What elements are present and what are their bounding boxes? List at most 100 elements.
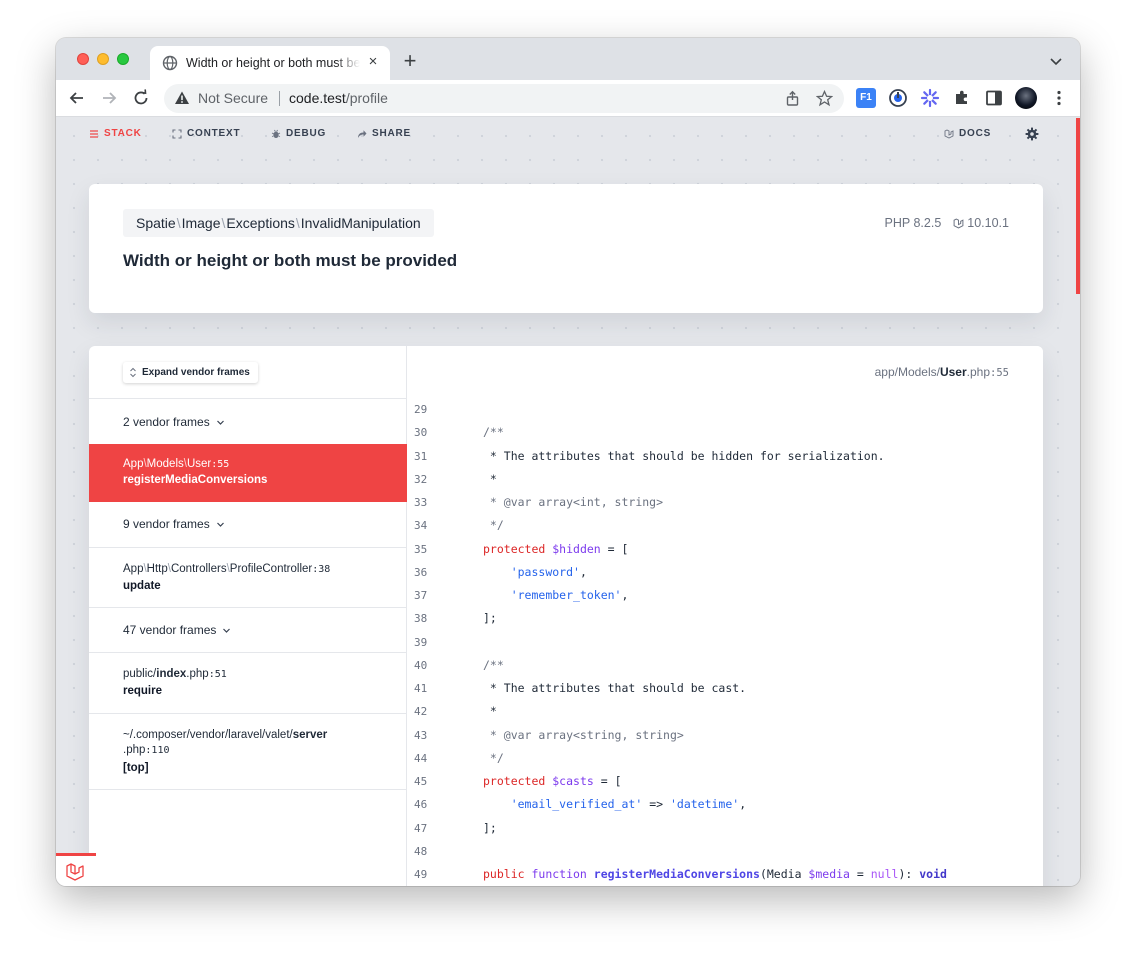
vendor-frames-group[interactable]: 9 vendor frames — [89, 502, 407, 548]
code-line-source: ]; — [483, 817, 497, 840]
nav-docs[interactable]: DOCS — [944, 127, 991, 141]
code-line-number: 33 — [414, 496, 428, 509]
reload-icon[interactable] — [131, 88, 151, 108]
minimize-window-button[interactable] — [97, 53, 109, 65]
exception-namespace-part: Spatie — [136, 215, 176, 231]
code-line-number: 38 — [414, 612, 428, 625]
nav-stack[interactable]: STACK — [89, 127, 142, 141]
side-panel-icon[interactable] — [984, 88, 1004, 108]
code-token: * — [483, 704, 497, 718]
vendor-frames-group[interactable]: 2 vendor frames — [89, 398, 407, 444]
laravel-corner-badge[interactable] — [56, 853, 96, 886]
code-token: ]; — [483, 611, 497, 625]
zoom-window-button[interactable] — [117, 53, 129, 65]
nav-context-label: CONTEXT — [187, 128, 241, 139]
profile-avatar[interactable] — [1015, 87, 1037, 109]
expand-vendor-frames-button[interactable]: Expand vendor frames — [123, 362, 258, 383]
settings-gear-icon[interactable] — [1025, 127, 1039, 141]
stack-frame[interactable]: ~/.composer/vendor/laravel/valet/server.… — [89, 713, 407, 790]
back-arrow-icon[interactable] — [67, 88, 87, 108]
exception-class[interactable]: Spatie\Image\Exceptions\InvalidManipulat… — [123, 209, 434, 237]
frame-path-prefix: public/ — [123, 668, 157, 680]
code-line-number: 29 — [414, 403, 428, 416]
exception-namespace-part: Exceptions — [226, 215, 295, 231]
code-token: * — [483, 472, 497, 486]
url-text[interactable]: code.test/profile — [289, 90, 388, 107]
close-window-button[interactable] — [77, 53, 89, 65]
tab-strip: Width or height or both must be provided… — [56, 38, 1080, 80]
code-line: 48 — [407, 840, 1043, 863]
address-bar[interactable]: Not Secure code.test/profile — [164, 84, 844, 113]
frame-class-part: Models — [146, 458, 184, 470]
code-line: 41 * The attributes that should be cast. — [407, 677, 1043, 700]
code-token: null — [870, 867, 899, 881]
stack-trace-card: Expand vendor frames 2 vendor frames App… — [89, 346, 1043, 886]
code-token: * @var — [483, 728, 539, 742]
bug-icon — [271, 129, 281, 138]
code-file-path[interactable]: app/Models/User.php:55 — [875, 365, 1009, 380]
frame-path-prefix: ~/.composer/vendor/laravel/valet/ — [123, 729, 293, 741]
new-tab-button[interactable]: + — [398, 49, 422, 73]
code-token: * The attributes that should be cast. — [483, 681, 747, 695]
browser-window: Width or height or both must be provided… — [56, 38, 1080, 886]
nav-share[interactable]: SHARE — [357, 127, 411, 141]
code-token: public — [483, 867, 532, 881]
vendor-frames-group[interactable]: 47 vendor frames — [89, 607, 407, 652]
code-token: /** — [483, 425, 504, 439]
nav-debug-label: DEBUG — [286, 128, 327, 139]
password-manager-icon[interactable] — [888, 88, 908, 108]
sparkle-extension-icon[interactable] — [920, 88, 940, 108]
namespace-separator: \ — [295, 215, 300, 231]
code-line-source: 'email_verified_at' => 'datetime', — [483, 793, 746, 816]
code-file-dir: app/Models/ — [874, 365, 940, 379]
browser-menu-icon[interactable] — [1049, 88, 1069, 108]
share-arrow-icon — [358, 130, 367, 138]
code-line-number: 34 — [414, 519, 428, 532]
code-line: 38]; — [407, 607, 1043, 630]
bookmark-star-icon[interactable] — [816, 90, 833, 107]
frame-file-ext: .php — [123, 744, 146, 756]
stack-frames-list: Expand vendor frames 2 vendor frames App… — [89, 346, 407, 886]
tab-search-chevron-icon[interactable] — [1048, 53, 1064, 69]
tab-close-icon[interactable]: × — [364, 53, 382, 71]
laravel-version: 10.10.1 — [953, 215, 1009, 231]
ignition-error-page: STACK CONTEXT DEBUG SHARE DOCS Spatie\Im… — [56, 118, 1080, 886]
code-line-number: 36 — [414, 566, 428, 579]
code-token: (Media — [759, 867, 809, 881]
share-icon[interactable] — [784, 90, 801, 107]
browser-tab[interactable]: Width or height or both must be provided… — [150, 46, 390, 80]
code-line-number: 30 — [414, 426, 428, 439]
code-token: , — [621, 588, 629, 602]
code-token: 'datetime' — [669, 797, 740, 811]
code-line: 30 /** — [407, 421, 1043, 444]
extensions-puzzle-icon[interactable] — [952, 88, 972, 108]
code-file-name: User — [939, 365, 967, 379]
code-token: => — [642, 797, 670, 811]
code-line-source: * The attributes that should be cast. — [483, 677, 746, 700]
namespace-separator: \ — [176, 215, 181, 231]
stack-frame[interactable]: App\Http\Controllers\ProfileController:3… — [89, 547, 407, 607]
browser-toolbar: Not Secure code.test/profile F1 — [56, 80, 1080, 117]
warning-triangle-icon[interactable] — [174, 90, 190, 106]
code-line-source: 'remember_token', — [483, 584, 629, 607]
frame-class-part: App — [123, 458, 144, 470]
stack-frame-selected[interactable]: App\Models\User:55 registerMediaConversi… — [89, 444, 407, 502]
exception-card: Spatie\Image\Exceptions\InvalidManipulat… — [89, 184, 1043, 313]
security-label[interactable]: Not Secure — [198, 90, 268, 107]
stack-frame[interactable]: public/index.php:51 require — [89, 652, 407, 713]
chevron-down-icon — [216, 522, 224, 527]
code-token: = [ — [593, 774, 622, 788]
forward-arrow-icon[interactable] — [99, 88, 119, 108]
extension-f1-icon[interactable]: F1 — [856, 88, 876, 108]
code-token: 'email_verified_at' — [510, 797, 643, 811]
nav-context[interactable]: CONTEXT — [172, 127, 240, 141]
code-line-number: 49 — [414, 868, 428, 881]
scrollbar-thumb[interactable] — [1076, 118, 1080, 294]
code-token: array<string, string> — [538, 728, 684, 742]
code-token: 'password' — [510, 565, 580, 579]
nav-debug[interactable]: DEBUG — [271, 127, 326, 141]
code-line-source: * @var array<string, string> — [483, 724, 684, 747]
